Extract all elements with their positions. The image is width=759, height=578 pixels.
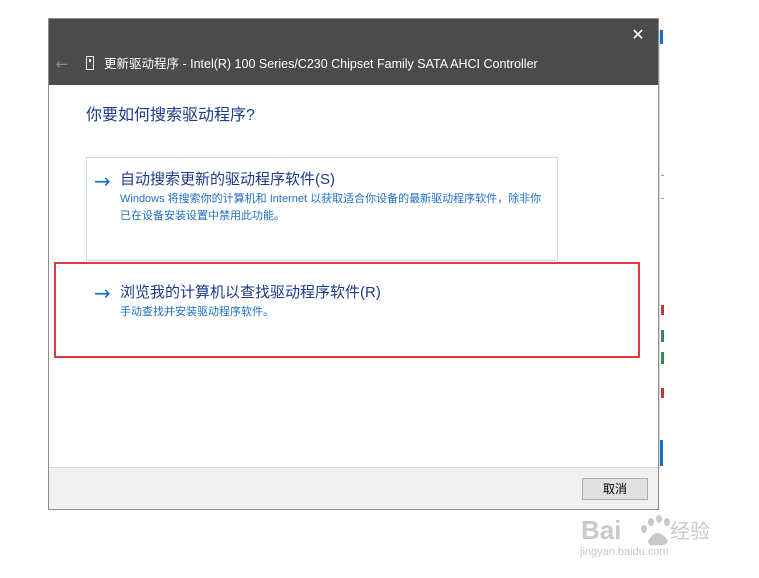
background-window-mark (661, 330, 664, 342)
background-window-divider (661, 175, 664, 176)
watermark-logo-text: Bai (581, 515, 621, 545)
update-driver-dialog: ✕ ← 更新驱动程序 - Intel(R) 100 Series/C230 Ch… (48, 18, 659, 510)
option-auto-search[interactable]: → 自动搜索更新的驱动程序软件(S) Windows 将搜索你的计算机和 Int… (86, 157, 558, 261)
arrow-right-icon: → (94, 281, 111, 305)
option-browse-computer-description: 手动查找并安装驱动程序软件。 (120, 306, 274, 318)
option-auto-search-description: Windows 将搜索你的计算机和 Internet 以获取适合你设备的最新驱动… (120, 193, 542, 222)
watermark-logo-text-cn: 经验 (670, 519, 710, 543)
baidu-jingyan-watermark: Bai 经验 jingyan.baidu.com (579, 515, 710, 558)
cancel-button[interactable]: 取消 (582, 478, 648, 500)
device-icon-led (89, 59, 91, 62)
option-browse-computer[interactable]: → 浏览我的计算机以查找驱动程序软件(R) 手动查找并安装驱动程序软件。 (86, 267, 558, 347)
dialog-title: 更新驱动程序 - Intel(R) 100 Series/C230 Chipse… (104, 57, 538, 71)
background-window-edge (659, 30, 666, 468)
page-heading: 你要如何搜索驱动程序? (86, 107, 255, 124)
option-browse-computer-title: 浏览我的计算机以查找驱动程序软件(R) (120, 284, 381, 301)
arrow-right-icon: → (94, 169, 111, 193)
back-arrow-icon[interactable]: ← (53, 54, 71, 74)
background-window-mark (661, 305, 664, 315)
close-icon[interactable]: ✕ (628, 25, 648, 45)
background-window-accent (660, 30, 663, 44)
watermark-url: jingyan.baidu.com (579, 546, 669, 558)
option-auto-search-title: 自动搜索更新的驱动程序软件(S) (120, 171, 335, 188)
background-window-mark (661, 352, 664, 364)
device-icon (86, 56, 94, 70)
dialog-titlebar: ✕ ← 更新驱动程序 - Intel(R) 100 Series/C230 Ch… (49, 19, 658, 85)
dialog-footer: 取消 (49, 467, 658, 509)
baidu-paw-icon (641, 515, 670, 546)
background-window-accent (660, 440, 663, 466)
background-window-divider (661, 198, 664, 199)
background-window-mark (661, 388, 664, 398)
screenshot-page: ✕ ← 更新驱动程序 - Intel(R) 100 Series/C230 Ch… (0, 0, 759, 578)
